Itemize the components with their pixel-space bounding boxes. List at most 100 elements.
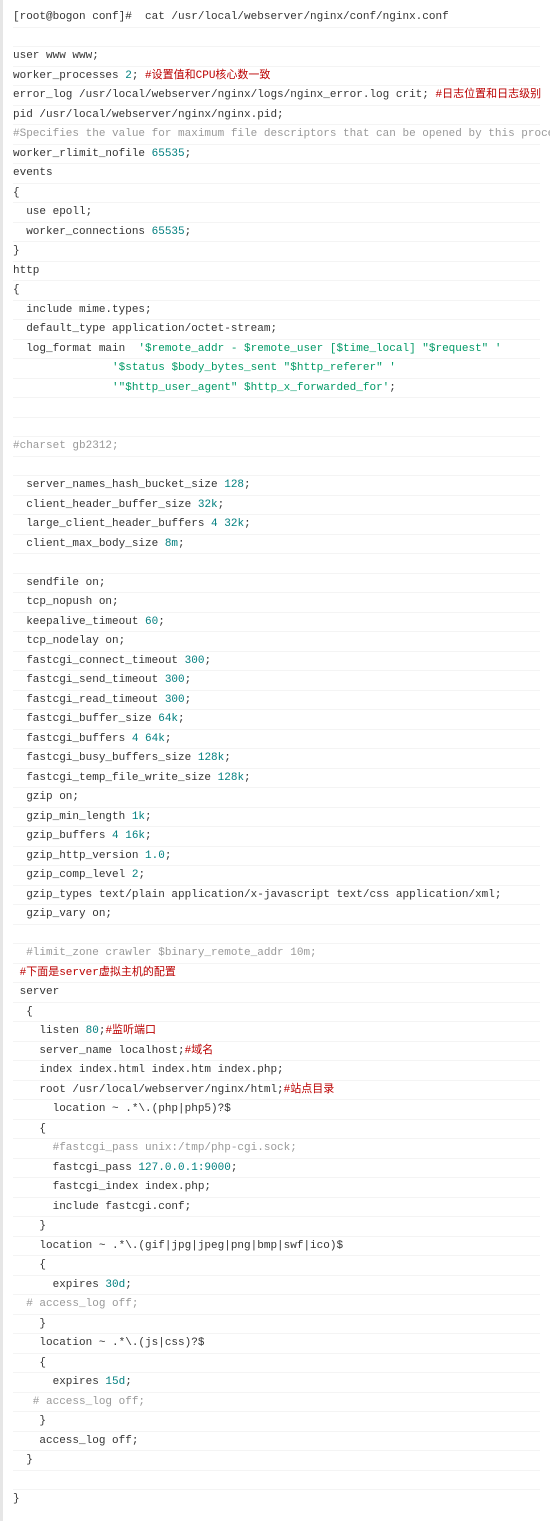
code-segment <box>13 382 112 394</box>
code-segment: 4 64k <box>132 733 165 745</box>
code-line: server_names_hash_bucket_size 128; <box>13 476 540 496</box>
code-line: server <box>13 983 540 1003</box>
code-segment: ; <box>145 811 152 823</box>
code-segment: #fastcgi_pass unix:/tmp/php-cgi.sock; <box>13 1142 297 1154</box>
code-segment: gzip_comp_level <box>13 869 132 881</box>
code-segment: server <box>13 986 59 998</box>
code-line: http <box>13 262 540 282</box>
code-line: log_format main '$remote_addr - $remote_… <box>13 340 540 360</box>
code-line: client_max_body_size 8m; <box>13 535 540 555</box>
code-segment: 128k <box>218 772 244 784</box>
code-line: { <box>13 1256 540 1276</box>
code-segment: 128 <box>224 479 244 491</box>
code-segment: access_log off; <box>13 1435 138 1447</box>
code-line: } <box>13 1412 540 1432</box>
code-segment: location ~ .*\.(js|css)?$ <box>13 1337 204 1349</box>
code-segment <box>13 362 112 374</box>
code-segment <box>13 967 20 979</box>
code-segment: 1.0 <box>145 850 165 862</box>
code-line <box>13 418 540 438</box>
code-line: } <box>13 1451 540 1471</box>
code-line: pid /usr/local/webserver/nginx/nginx.pid… <box>13 106 540 126</box>
code-line: # access_log off; <box>13 1295 540 1315</box>
code-line: { <box>13 1003 540 1023</box>
code-segment: fastcgi_pass <box>13 1162 138 1174</box>
code-segment: fastcgi_busy_buffers_size <box>13 752 198 764</box>
code-line: '"$http_user_agent" $http_x_forwarded_fo… <box>13 379 540 399</box>
code-segment: keepalive_timeout <box>13 616 145 628</box>
code-segment: error_log /usr/local/webserver/nginx/log… <box>13 89 435 101</box>
code-segment: fastcgi_read_timeout <box>13 694 165 706</box>
code-line: gzip_types text/plain application/x-java… <box>13 886 540 906</box>
code-line: tcp_nopush on; <box>13 593 540 613</box>
code-line: location ~ .*\.(gif|jpg|jpeg|png|bmp|swf… <box>13 1237 540 1257</box>
code-segment: [root@bogon conf]# cat /usr/local/webser… <box>13 11 449 23</box>
code-segment: } <box>13 1493 20 1505</box>
code-segment: } <box>13 1415 46 1427</box>
code-line: keepalive_timeout 60; <box>13 613 540 633</box>
code-segment: root /usr/local/webserver/nginx/html; <box>13 1084 284 1096</box>
code-segment: #域名 <box>185 1045 214 1057</box>
code-segment: 300 <box>165 694 185 706</box>
code-segment: '"$http_user_agent" $http_x_forwarded_fo… <box>112 382 389 394</box>
code-line: use epoll; <box>13 203 540 223</box>
code-line: # access_log off; <box>13 1393 540 1413</box>
code-segment: } <box>13 245 20 257</box>
code-segment: gzip_buffers <box>13 830 112 842</box>
code-segment: ; <box>178 713 185 725</box>
code-segment: ; <box>125 1376 132 1388</box>
code-segment: include mime.types; <box>13 304 152 316</box>
code-segment: 300 <box>185 655 205 667</box>
code-line: fastcgi_buffers 4 64k; <box>13 730 540 750</box>
code-line: } <box>13 1217 540 1237</box>
code-segment: gzip_http_version <box>13 850 145 862</box>
code-line: worker_connections 65535; <box>13 223 540 243</box>
code-line <box>13 457 540 477</box>
code-line: expires 15d; <box>13 1373 540 1393</box>
code-line: client_header_buffer_size 32k; <box>13 496 540 516</box>
code-segment: tcp_nodelay on; <box>13 635 125 647</box>
code-segment: 15d <box>105 1376 125 1388</box>
code-segment <box>13 1474 20 1486</box>
code-line: { <box>13 1354 540 1374</box>
code-segment: server_name localhost; <box>13 1045 185 1057</box>
code-segment: } <box>13 1318 46 1330</box>
code-segment: fastcgi_buffers <box>13 733 132 745</box>
code-segment: #监听端口 <box>105 1025 156 1037</box>
code-line: fastcgi_busy_buffers_size 128k; <box>13 749 540 769</box>
code-segment: ; <box>165 733 172 745</box>
code-line: #下面是server虚拟主机的配置 <box>13 964 540 984</box>
code-segment: 4 16k <box>112 830 145 842</box>
code-segment: worker_processes <box>13 70 125 82</box>
code-line <box>13 28 540 48</box>
code-line: include mime.types; <box>13 301 540 321</box>
code-segment: gzip_min_length <box>13 811 132 823</box>
code-segment: #limit_zone crawler $binary_remote_addr … <box>13 947 317 959</box>
code-line: access_log off; <box>13 1432 540 1452</box>
code-segment: fastcgi_buffer_size <box>13 713 158 725</box>
code-segment: ; <box>158 616 165 628</box>
code-segment: 30d <box>105 1279 125 1291</box>
code-segment: expires <box>13 1279 105 1291</box>
code-segment: include fastcgi.conf; <box>13 1201 191 1213</box>
code-line <box>13 398 540 418</box>
code-segment: location ~ .*\.(php|php5)?$ <box>13 1103 231 1115</box>
code-segment <box>13 460 46 472</box>
code-line: sendfile on; <box>13 574 540 594</box>
code-line: fastcgi_buffer_size 64k; <box>13 710 540 730</box>
code-segment: ; <box>244 772 251 784</box>
code-segment: } <box>13 1454 33 1466</box>
code-segment: ; <box>125 1279 132 1291</box>
code-segment: #charset gb2312; <box>13 440 119 452</box>
code-line: { <box>13 281 540 301</box>
code-line: tcp_nodelay on; <box>13 632 540 652</box>
code-line: #limit_zone crawler $binary_remote_addr … <box>13 944 540 964</box>
code-segment: ; <box>132 70 145 82</box>
code-line: { <box>13 184 540 204</box>
code-segment: 300 <box>165 674 185 686</box>
code-segment: location ~ .*\.(gif|jpg|jpeg|png|bmp|swf… <box>13 1240 343 1252</box>
code-segment: default_type application/octet-stream; <box>13 323 277 335</box>
code-line: gzip_buffers 4 16k; <box>13 827 540 847</box>
code-line: gzip_vary on; <box>13 905 540 925</box>
code-line: server_name localhost;#域名 <box>13 1042 540 1062</box>
